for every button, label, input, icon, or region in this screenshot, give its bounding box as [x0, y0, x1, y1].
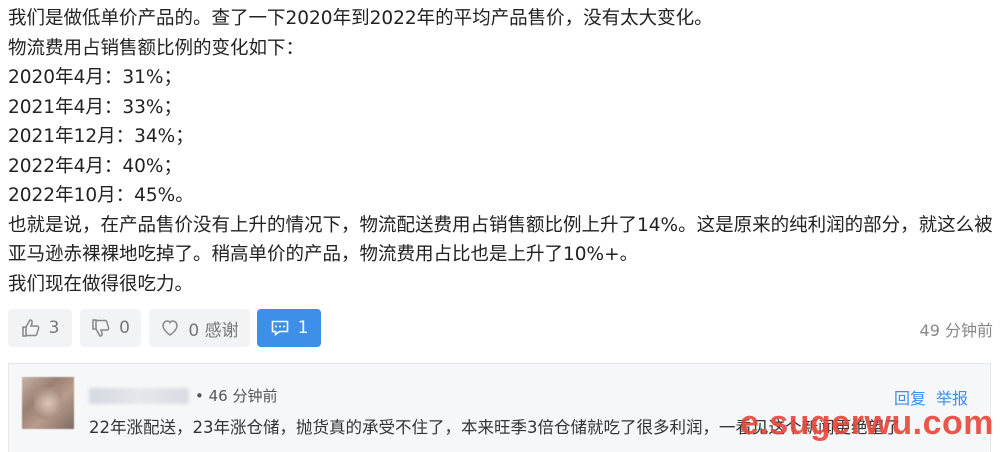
username[interactable] — [89, 388, 189, 404]
comment-count: 1 — [297, 318, 309, 338]
post-time: 49 分钟前 — [919, 321, 993, 340]
dislike-button[interactable]: 0 — [80, 309, 141, 347]
post-line: 也就是说，在产品售价没有上升的情况下，物流配送费用占销售额比例上升了14%。这是… — [8, 214, 993, 236]
thanks-button[interactable]: 0 感谢 — [149, 309, 250, 347]
avatar[interactable] — [22, 377, 74, 429]
comment-button[interactable]: 1 — [257, 309, 321, 347]
heart-icon — [160, 318, 180, 338]
post-line: 我们是做低单价产品的。查了一下2020年到2022年的平均产品售价，没有太大变化… — [8, 8, 713, 29]
post-line: 2020年4月：31%； — [8, 67, 182, 88]
like-count: 3 — [48, 318, 60, 338]
post-actions: 3 0 0 感谢 1 49 分钟前 — [8, 309, 993, 347]
comment-icon — [270, 318, 290, 338]
post-line: 我们现在做得很吃力。 — [8, 273, 194, 295]
post-line: 亚马逊赤裸裸地吃掉了。稍高单价的产品，物流费用占比也是上升了10%+。 — [8, 244, 639, 265]
dislike-count: 0 — [119, 318, 130, 338]
post-line: 2021年4月：33%； — [8, 96, 182, 118]
thanks-label: 0 感谢 — [188, 320, 239, 341]
thumbs-up-icon — [21, 318, 41, 338]
post-line: 2021年12月：34%； — [8, 126, 194, 147]
comment-time: • 46 分钟前 — [195, 387, 278, 405]
watermark: e.sugerwu.com — [740, 404, 995, 442]
post-line: 2022年10月：45%。 — [8, 185, 194, 206]
post-line: 物流费用占销售额比例的变化如下： — [8, 37, 305, 59]
thumbs-down-icon — [91, 318, 111, 338]
post-line: 2022年4月：40%； — [8, 155, 182, 177]
post-body: 我们是做低单价产品的。查了一下2020年到2022年的平均产品售价，没有太大变化… — [8, 4, 993, 299]
like-button[interactable]: 3 — [8, 309, 72, 347]
